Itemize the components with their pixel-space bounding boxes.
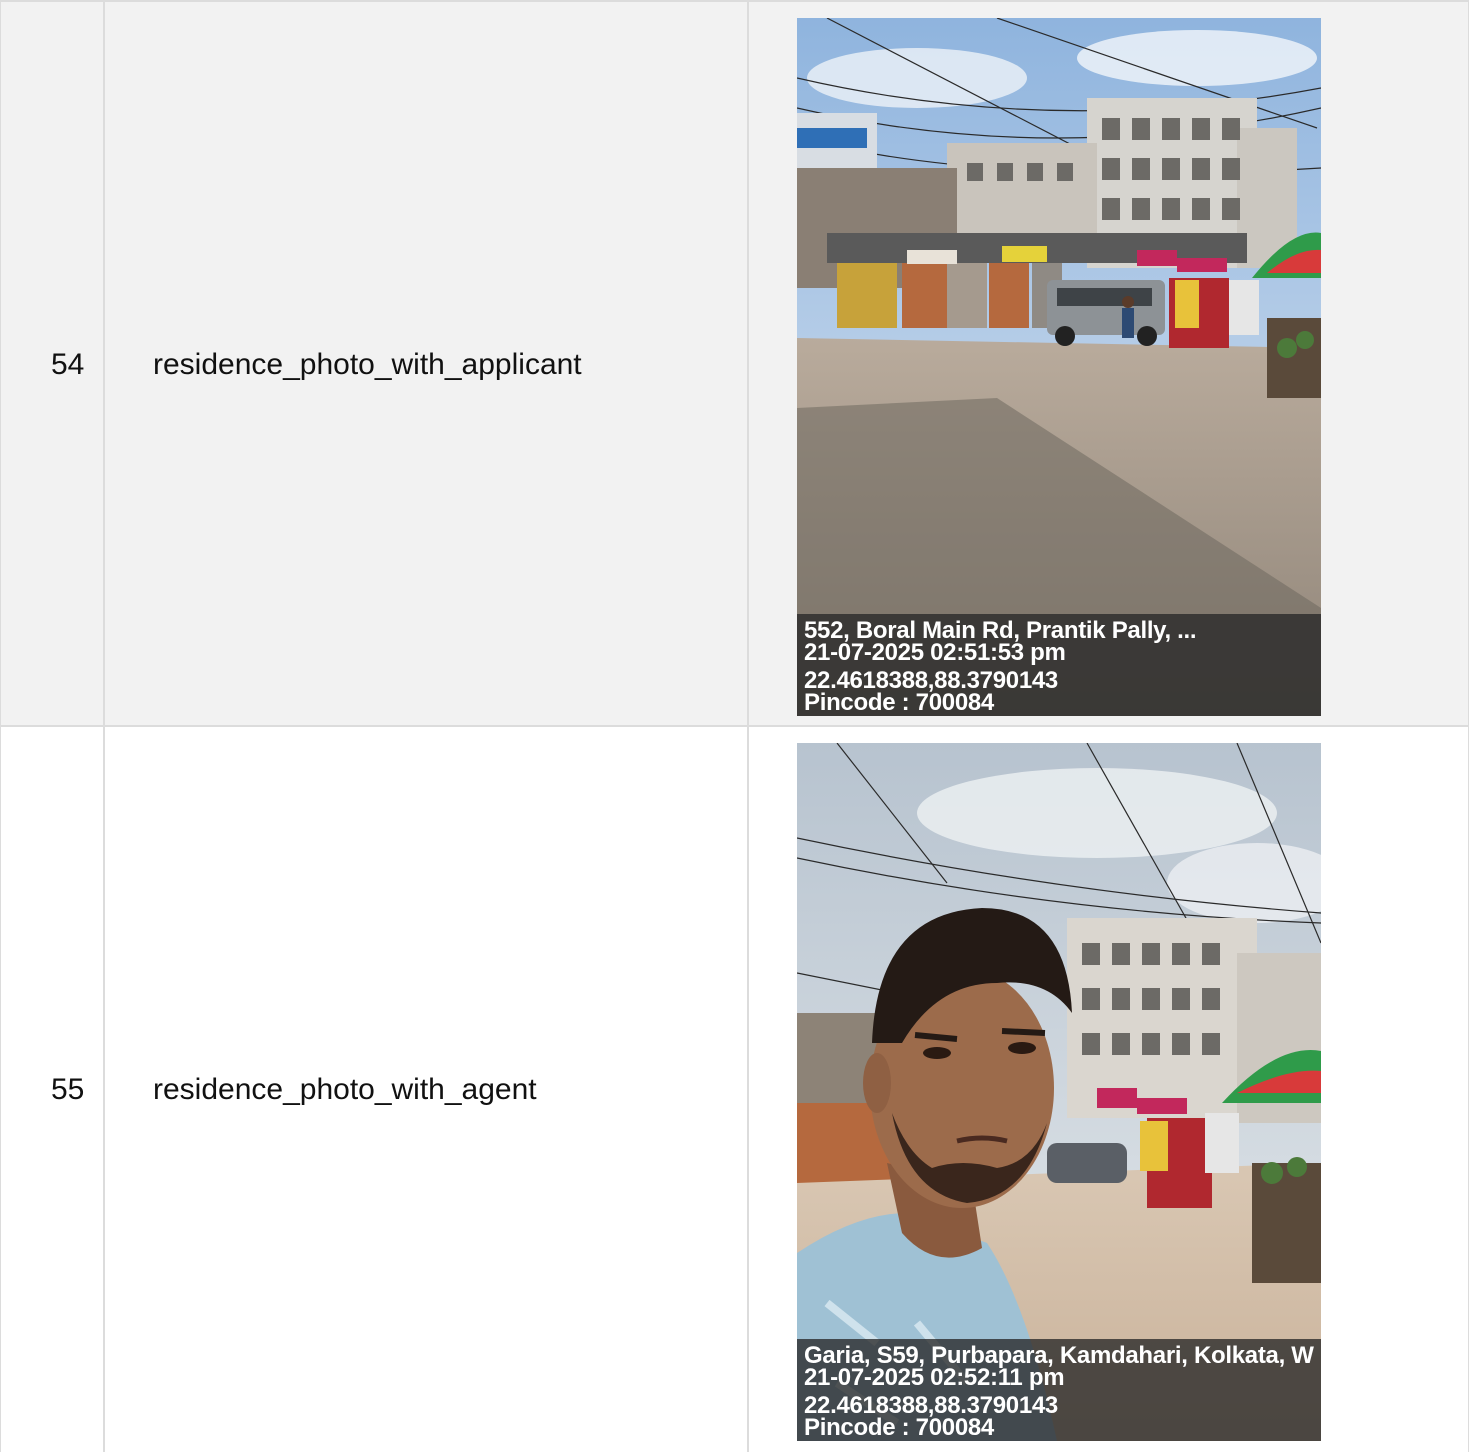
geotag-pincode: Pincode : 700084 (804, 689, 994, 716)
residence-photo-street[interactable]: 552, Boral Main Rd, Prantik Pally, ... 2… (797, 18, 1321, 716)
photo-table: 54 residence_photo_with_applicant 552, B… (0, 0, 1469, 1452)
photo-geotag-overlay: Garia, S59, Purbapara, Kamdahari, Kolkat… (797, 1339, 1321, 1441)
table-row: 54 residence_photo_with_applicant 552, B… (1, 0, 1469, 727)
field-name: residence_photo_with_agent (153, 1072, 537, 1106)
field-name-cell: residence_photo_with_applicant (105, 2, 749, 727)
field-name-cell: residence_photo_with_agent (105, 727, 749, 1452)
row-number: 54 (51, 347, 85, 381)
row-number-cell: 55 (1, 727, 105, 1452)
row-number: 55 (51, 1072, 85, 1106)
street-scene-image (797, 18, 1321, 716)
field-name: residence_photo_with_applicant (153, 347, 582, 381)
selfie-scene-image (797, 743, 1321, 1441)
photo-geotag-overlay: 552, Boral Main Rd, Prantik Pally, ... 2… (797, 614, 1321, 716)
row-number-cell: 54 (1, 2, 105, 727)
photo-cell: Garia, S59, Purbapara, Kamdahari, Kolkat… (749, 727, 1469, 1452)
photo-cell: 552, Boral Main Rd, Prantik Pally, ... 2… (749, 2, 1469, 727)
table-row: 55 residence_photo_with_agent Garia, S59… (1, 725, 1469, 1452)
geotag-datetime: 21-07-2025 02:51:53 pm (804, 639, 1066, 666)
geotag-pincode: Pincode : 700084 (804, 1414, 994, 1441)
residence-photo-selfie[interactable]: Garia, S59, Purbapara, Kamdahari, Kolkat… (797, 743, 1321, 1441)
geotag-datetime: 21-07-2025 02:52:11 pm (804, 1364, 1065, 1391)
